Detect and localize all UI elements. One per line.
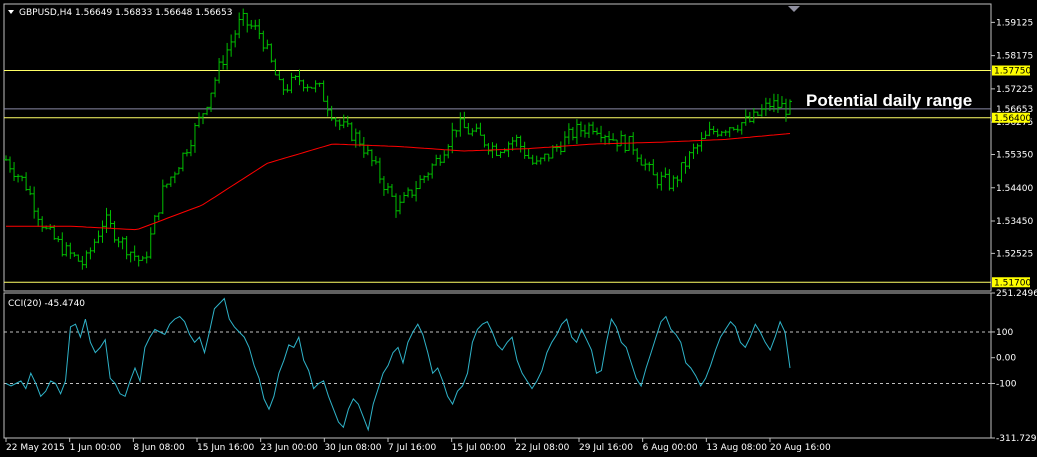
time-tick-label: 22 May 2015 (6, 443, 65, 453)
price-tick-label: 1.58175 (996, 52, 1033, 62)
cci-title: CCI(20) -45.4740 (8, 299, 85, 309)
price-tick-label: 1.54400 (996, 184, 1033, 194)
time-tick-label: 15 Jul 00:00 (452, 443, 506, 453)
price-tick-label: 1.57225 (996, 85, 1033, 95)
time-tick-label: 23 Jun 00:00 (261, 443, 318, 453)
chart-window: GBPUSD,H4 1.56649 1.56833 1.56648 1.5665… (0, 0, 1037, 457)
price-tick-label: 1.55350 (996, 151, 1033, 161)
cci-tick-label: -311.7293 (996, 434, 1037, 444)
time-tick-label: 8 Jun 08:00 (133, 443, 185, 453)
price-tick-label: 1.53450 (996, 217, 1033, 227)
chart-background (0, 0, 1037, 457)
time-tick-label: 1 Jun 00:00 (70, 443, 122, 453)
time-tick-label: 30 Jun 08:00 (324, 443, 381, 453)
cci-tick-label: 251.2496 (996, 289, 1037, 299)
time-tick-label: 15 Jun 16:00 (197, 443, 254, 453)
time-tick-label: 22 Jul 08:00 (515, 443, 569, 453)
time-tick-label: 7 Jul 16:00 (388, 443, 437, 453)
symbol-header: GBPUSD,H4 1.56649 1.56833 1.56648 1.5665… (19, 8, 232, 18)
cci-tick-label: -100 (996, 379, 1017, 389)
level-label-resistance: 1.57750 (994, 67, 1031, 77)
time-tick-label: 29 Jul 16:00 (579, 443, 633, 453)
level-label-support: 1.56400 (994, 114, 1031, 124)
cci-tick-label: 0.00 (996, 354, 1016, 364)
time-tick-label: 6 Aug 00:00 (643, 443, 698, 453)
level-label-range-low: 1.51700 (994, 278, 1031, 288)
price-tick-label: 1.59125 (996, 18, 1033, 28)
potential-daily-range-label: Potential daily range (806, 91, 972, 110)
time-tick-label: 20 Aug 16:00 (770, 443, 831, 453)
cci-tick-label: 100 (996, 328, 1013, 338)
time-tick-label: 13 Aug 08:00 (706, 443, 767, 453)
price-tick-label: 1.52525 (996, 249, 1033, 259)
